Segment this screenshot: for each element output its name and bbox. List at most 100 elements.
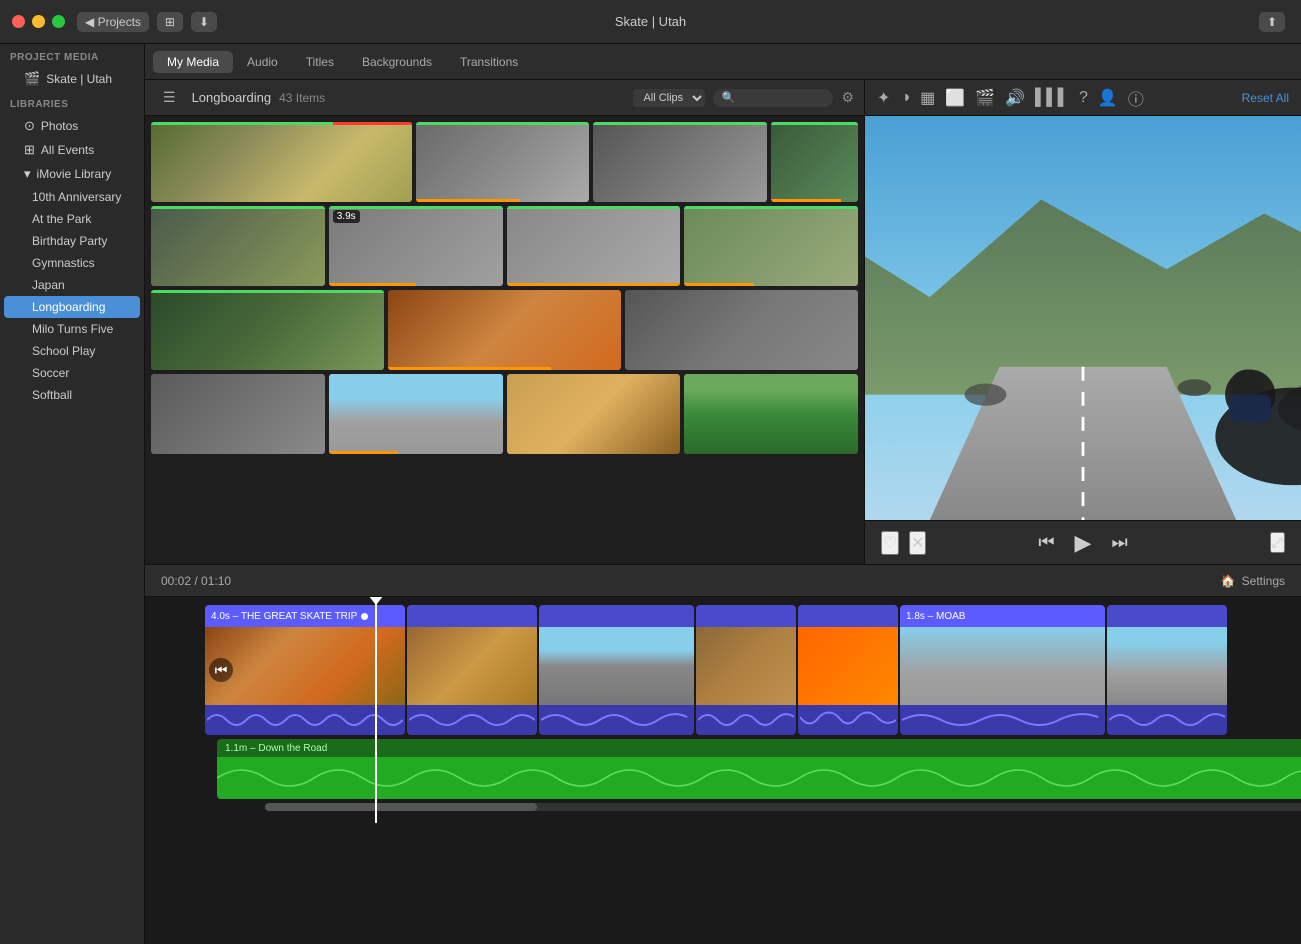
sidebar-item-10th-anniversary[interactable]: 10th Anniversary bbox=[4, 186, 140, 208]
video-clip-3[interactable] bbox=[539, 605, 694, 735]
sidebar-item-imovie-library[interactable]: ▾ iMovie Library bbox=[4, 162, 140, 186]
soccer-label: Soccer bbox=[32, 366, 69, 380]
clip-dot-1 bbox=[361, 613, 368, 620]
clip-audio-wave-2 bbox=[407, 705, 537, 735]
media-grid: 3.9s bbox=[145, 116, 864, 564]
share-button[interactable]: ⬆ bbox=[1259, 12, 1285, 32]
preview-video bbox=[865, 116, 1301, 520]
magic-wand-icon[interactable]: ✦ bbox=[877, 88, 890, 108]
clip-audio-wave-5 bbox=[798, 705, 898, 735]
color-wheel-icon[interactable]: ▦ bbox=[920, 88, 935, 108]
video-clip-4[interactable] bbox=[696, 605, 796, 735]
timeline-scrollbar[interactable] bbox=[265, 803, 1301, 811]
grid-row-2: 3.9s bbox=[151, 206, 858, 286]
skip-back-button[interactable]: ⏮ bbox=[1038, 532, 1054, 553]
gymnastics-label: Gymnastics bbox=[32, 256, 95, 270]
school-play-label: School Play bbox=[32, 344, 95, 358]
crop-icon[interactable]: ⬜ bbox=[945, 88, 965, 108]
library-icon: ▾ bbox=[24, 166, 31, 182]
close-button[interactable] bbox=[12, 15, 25, 28]
media-clip-8[interactable] bbox=[684, 206, 858, 286]
video-clip-7[interactable] bbox=[1107, 605, 1227, 735]
clip-thumbnail-7 bbox=[1107, 627, 1227, 705]
sidebar-item-photos[interactable]: ⊙ Photos bbox=[4, 114, 140, 138]
media-browser: ☰ Longboarding 43 Items All Clips ⚙ bbox=[145, 80, 865, 564]
media-clip-9[interactable] bbox=[151, 290, 384, 370]
tab-backgrounds[interactable]: Backgrounds bbox=[348, 51, 446, 73]
sidebar-item-all-events[interactable]: ⊞ All Events bbox=[4, 138, 140, 162]
film-icon: 🎬 bbox=[24, 71, 40, 87]
play-button[interactable]: ▶ bbox=[1075, 530, 1092, 556]
sidebar-item-school-play[interactable]: School Play bbox=[4, 340, 140, 362]
view-toggle-button[interactable]: ⊞ bbox=[157, 12, 183, 32]
favorite-button[interactable]: ♡ bbox=[881, 531, 899, 555]
fullscreen-button[interactable] bbox=[52, 15, 65, 28]
search-input[interactable] bbox=[713, 89, 833, 107]
sidebar-item-soccer[interactable]: Soccer bbox=[4, 362, 140, 384]
color-board-icon[interactable]: ◑ bbox=[900, 89, 910, 107]
tab-transitions[interactable]: Transitions bbox=[446, 51, 532, 73]
tab-titles[interactable]: Titles bbox=[292, 51, 348, 73]
timeline-body[interactable]: ⏮ 4.0s – THE GREAT SKATE TRIP bbox=[145, 597, 1301, 944]
camera-stabilize-icon[interactable]: 🎬 bbox=[975, 88, 995, 108]
minimize-button[interactable] bbox=[32, 15, 45, 28]
clips-filter[interactable]: All Clips bbox=[633, 89, 705, 107]
timeline-inner: ⏮ 4.0s – THE GREAT SKATE TRIP bbox=[145, 597, 1301, 823]
media-clip-4[interactable] bbox=[771, 122, 858, 202]
video-clip-6[interactable]: 1.8s – MOAB bbox=[900, 605, 1105, 735]
fullscreen-toggle-button[interactable]: ⤢ bbox=[1270, 532, 1285, 553]
settings-gear-icon[interactable]: ⚙ bbox=[841, 89, 854, 106]
at-the-park-label: At the Park bbox=[32, 212, 91, 226]
tab-audio[interactable]: Audio bbox=[233, 51, 292, 73]
preview-toolbar: ✦ ◑ ▦ ⬜ 🎬 🔊 ▌▌▌ ? 👤 ⓘ Reset All bbox=[865, 80, 1301, 116]
sidebar-item-birthday-party[interactable]: Birthday Party bbox=[4, 230, 140, 252]
media-clip-1[interactable] bbox=[151, 122, 412, 202]
media-clip-15[interactable] bbox=[684, 374, 858, 454]
audio-wave-green bbox=[217, 757, 1301, 799]
sidebar-item-longboarding[interactable]: Longboarding bbox=[4, 296, 140, 318]
media-clip-10[interactable] bbox=[388, 290, 621, 370]
media-clip-6[interactable]: 3.9s bbox=[329, 206, 503, 286]
media-clip-5[interactable] bbox=[151, 206, 325, 286]
equalizer-icon[interactable]: ▌▌▌ bbox=[1035, 89, 1069, 107]
playhead bbox=[375, 597, 377, 823]
settings-button[interactable]: 🏠 Settings bbox=[1221, 574, 1285, 588]
info-icon[interactable]: ⓘ bbox=[1128, 86, 1144, 110]
media-clip-2[interactable] bbox=[416, 122, 590, 202]
question-icon[interactable]: ? bbox=[1079, 89, 1088, 107]
sidebar-item-milo-turns-five[interactable]: Milo Turns Five bbox=[4, 318, 140, 340]
media-clip-11[interactable] bbox=[625, 290, 858, 370]
media-clip-14[interactable] bbox=[507, 374, 681, 454]
projects-button[interactable]: ◀ Projects bbox=[77, 12, 149, 32]
media-clip-3[interactable] bbox=[593, 122, 767, 202]
track-skip-left-button[interactable]: ⏮ bbox=[209, 658, 233, 682]
import-button[interactable]: ⬇ bbox=[191, 12, 217, 32]
video-clip-2[interactable] bbox=[407, 605, 537, 735]
skip-forward-button[interactable]: ⏭ bbox=[1111, 532, 1127, 553]
reject-button[interactable]: ✕ bbox=[909, 531, 926, 555]
clip-audio-wave-7 bbox=[1107, 705, 1227, 735]
grid-view-btn[interactable]: ☰ bbox=[155, 86, 184, 109]
tab-my-media[interactable]: My Media bbox=[153, 51, 233, 73]
mid-section: ☰ Longboarding 43 Items All Clips ⚙ bbox=[145, 80, 1301, 564]
video-clip-5[interactable] bbox=[798, 605, 898, 735]
preview-controls: ♡ ✕ ⏮ ▶ ⏭ ⤢ bbox=[865, 520, 1301, 564]
window-title: Skate | Utah bbox=[615, 14, 686, 29]
media-clip-7[interactable] bbox=[507, 206, 681, 286]
media-clip-13[interactable] bbox=[329, 374, 503, 454]
person-icon[interactable]: 👤 bbox=[1098, 88, 1118, 108]
volume-icon[interactable]: 🔊 bbox=[1005, 88, 1025, 108]
titlebar: ◀ Projects ⊞ ⬇ Skate | Utah ⬆ bbox=[0, 0, 1301, 44]
grid-row-4 bbox=[151, 374, 858, 454]
softball-label: Softball bbox=[32, 388, 72, 402]
sidebar-item-japan[interactable]: Japan bbox=[4, 274, 140, 296]
sidebar-item-softball[interactable]: Softball bbox=[4, 384, 140, 406]
media-clip-12[interactable] bbox=[151, 374, 325, 454]
sidebar-item-project[interactable]: 🎬 Skate | Utah bbox=[4, 67, 140, 91]
reset-all-button[interactable]: Reset All bbox=[1242, 91, 1289, 105]
sidebar-item-at-the-park[interactable]: At the Park bbox=[4, 208, 140, 230]
timeline-header: 00:02 / 01:10 🏠 Settings bbox=[145, 565, 1301, 597]
clip-title-5 bbox=[798, 605, 898, 627]
sidebar-item-gymnastics[interactable]: Gymnastics bbox=[4, 252, 140, 274]
titlebar-left-controls: ◀ Projects ⊞ ⬇ bbox=[77, 12, 217, 32]
